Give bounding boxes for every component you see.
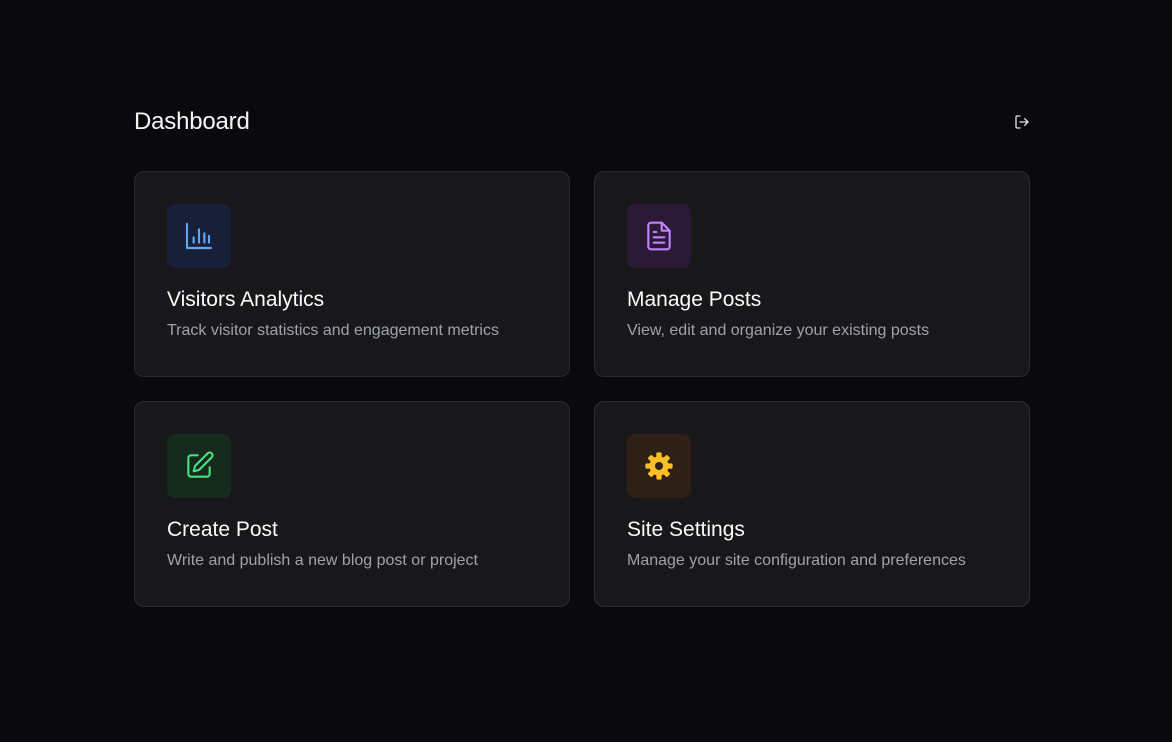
bar-chart-icon: [185, 222, 213, 250]
card-title: Create Post: [167, 518, 278, 541]
card-icon-tile: [627, 434, 691, 498]
card-title: Site Settings: [627, 518, 745, 541]
page-title: Dashboard: [134, 108, 250, 135]
card-description: Track visitor statistics and engagement …: [167, 322, 499, 339]
dashboard-cards: Visitors Analytics Track visitor statist…: [134, 171, 1030, 607]
card-visitors-analytics[interactable]: Visitors Analytics Track visitor statist…: [134, 171, 570, 377]
card-description: View, edit and organize your existing po…: [627, 322, 930, 339]
card-title: Visitors Analytics: [167, 288, 325, 311]
card-icon-tile: [167, 204, 231, 268]
card-manage-posts[interactable]: Manage Posts View, edit and organize you…: [594, 171, 1030, 377]
card-title: Manage Posts: [627, 288, 762, 311]
document-icon: [647, 221, 671, 251]
logout-button[interactable]: [1006, 106, 1038, 138]
gear-icon: [645, 452, 673, 480]
dashboard-page: Dashboard Visitors Analytics Track visit…: [0, 0, 1172, 742]
card-description: Manage your site configuration and prefe…: [627, 552, 966, 569]
header: Dashboard: [134, 106, 1030, 138]
edit-icon: [187, 451, 214, 478]
card-description: Write and publish a new blog post or pro…: [167, 552, 478, 569]
card-site-settings[interactable]: Site Settings Manage your site configura…: [594, 401, 1030, 607]
card-create-post[interactable]: Create Post Write and publish a new blog…: [134, 401, 570, 607]
card-icon-tile: [627, 204, 691, 268]
logout-icon: [1015, 115, 1029, 129]
card-icon-tile: [167, 434, 231, 498]
